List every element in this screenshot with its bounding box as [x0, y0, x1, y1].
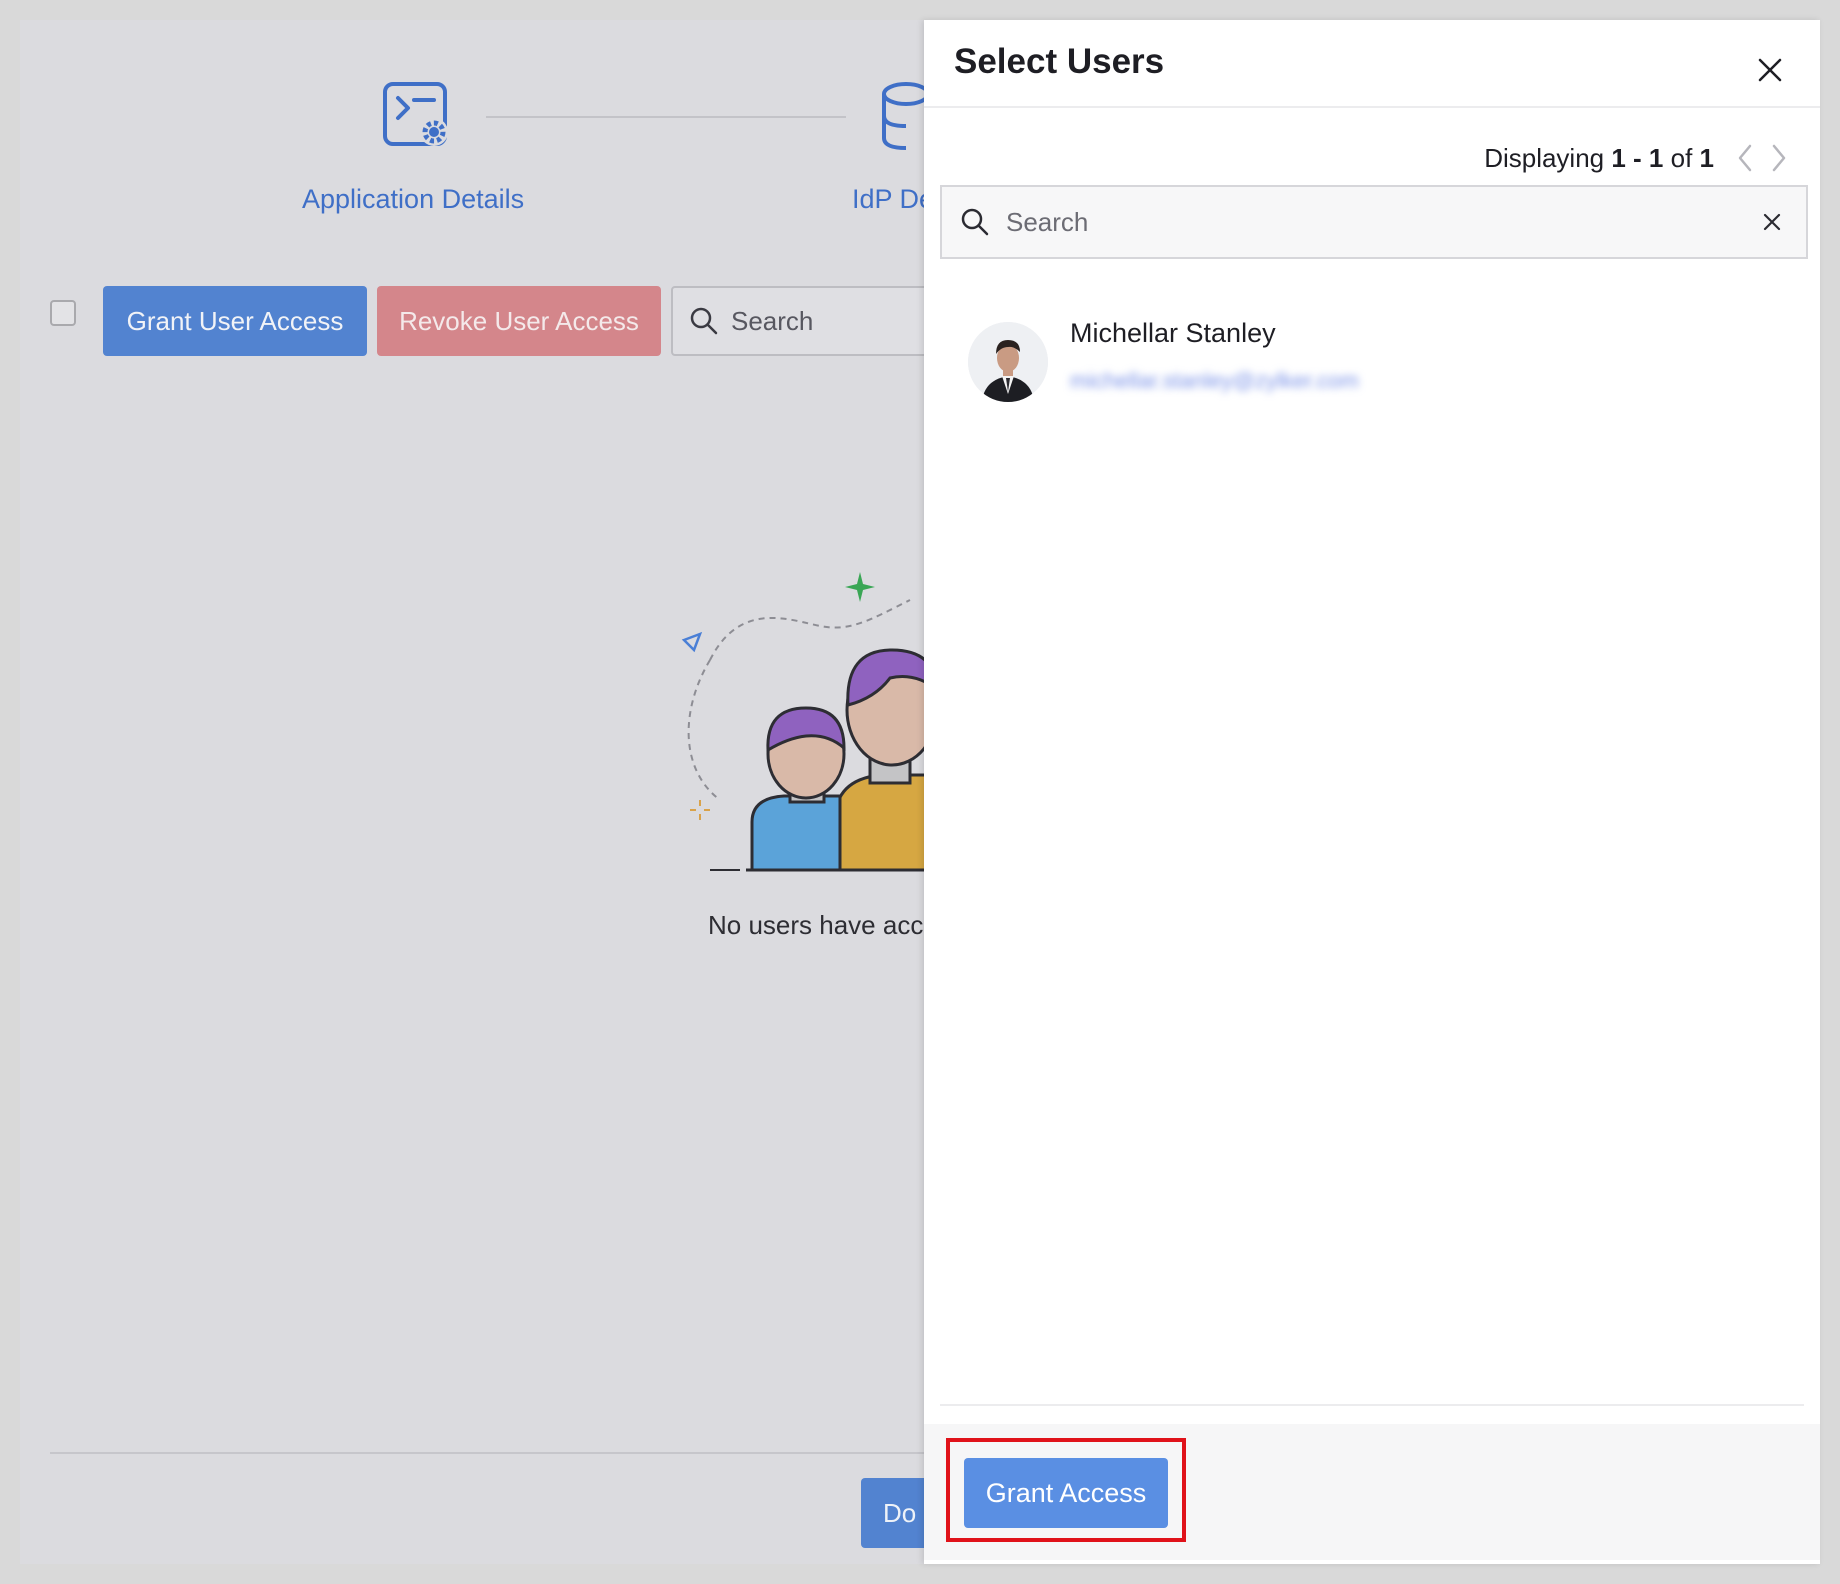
- highlight-annotation: [946, 1438, 1186, 1542]
- close-icon[interactable]: [1750, 50, 1790, 90]
- pagination: Displaying 1 - 1 of 1: [1484, 140, 1794, 176]
- empty-users-illustration: [681, 572, 940, 872]
- user-email: michellar.stanley@zylker.com: [1070, 368, 1359, 393]
- select-users-panel: Select Users Displaying 1 - 1 of 1 Searc…: [924, 20, 1820, 1564]
- panel-title: Select Users: [954, 42, 1165, 81]
- search-placeholder: Search: [731, 305, 814, 336]
- chevron-left-icon[interactable]: [1730, 140, 1760, 176]
- user-search-box: [940, 185, 1808, 259]
- app-config-icon: [383, 82, 448, 146]
- pager-prefix: Displaying: [1484, 142, 1612, 173]
- step-idp-details[interactable]: IdP De: [852, 184, 934, 215]
- select-all-checkbox[interactable]: [50, 300, 76, 326]
- avatar: [968, 322, 1048, 402]
- database-config-icon: [882, 82, 928, 150]
- header-divider: [924, 106, 1820, 108]
- revoke-user-access-button[interactable]: Revoke User Access: [377, 286, 661, 356]
- pager-range: 1 - 1: [1611, 142, 1664, 173]
- step-application-details[interactable]: Application Details: [302, 184, 524, 215]
- user-list-item[interactable]: Michellar Stanley michellar.stanley@zylk…: [944, 302, 1800, 412]
- user-name: Michellar Stanley: [1070, 318, 1276, 348]
- grant-user-access-button[interactable]: Grant User Access: [103, 286, 367, 356]
- user-photo-icon: [968, 322, 1048, 402]
- search-icon: [690, 307, 718, 335]
- footer-divider: [50, 1452, 1050, 1454]
- step-connector: [486, 116, 846, 118]
- pager-of: of: [1663, 142, 1700, 173]
- empty-state-message: No users have acc: [708, 910, 924, 940]
- clear-search-icon[interactable]: [1760, 210, 1784, 234]
- user-search-input[interactable]: [1004, 205, 1760, 239]
- chevron-right-icon[interactable]: [1764, 140, 1794, 176]
- pager-total: 1: [1699, 142, 1714, 173]
- footer-divider: [940, 1404, 1804, 1406]
- search-icon: [961, 208, 989, 236]
